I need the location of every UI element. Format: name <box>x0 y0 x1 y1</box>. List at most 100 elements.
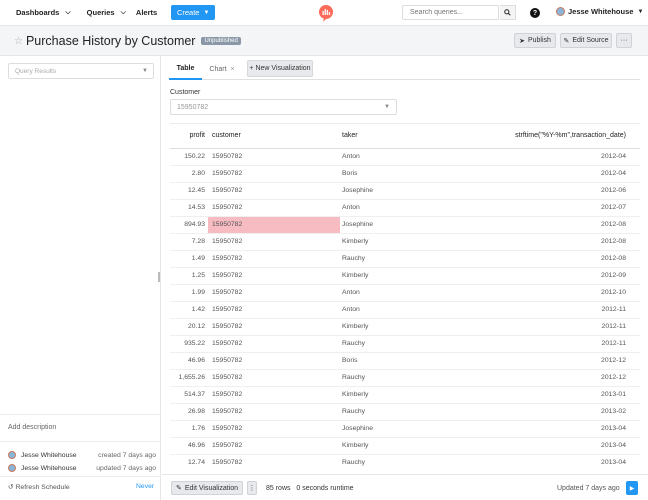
resize-handle[interactable] <box>158 272 160 282</box>
cell-date: 2012-06 <box>440 182 640 200</box>
cell-profit: 894.93 <box>170 216 208 234</box>
cell-date: 2013-04 <box>440 420 640 438</box>
user-name: Jesse Whitehouse <box>568 7 634 16</box>
new-visualization-button[interactable]: + New Visualization <box>247 60 313 77</box>
row-count: 85 rows <box>266 485 291 492</box>
help-icon[interactable]: ? <box>530 8 540 18</box>
cell-taker: Anton <box>340 301 440 319</box>
history-icon: ↺ <box>8 484 14 491</box>
query-results-select[interactable]: Query Results ▼ <box>8 63 154 79</box>
cell-customer: 15950782 <box>208 318 340 336</box>
cell-profit: 12.74 <box>170 454 208 470</box>
edit-icon: ✎ <box>175 485 182 492</box>
cell-profit: 1.76 <box>170 420 208 438</box>
activity-user: Jesse Whitehouse <box>21 451 77 459</box>
redash-logo-icon[interactable] <box>318 5 334 22</box>
table-row: 26.98 15950782 Rauchy 2013-02 <box>170 403 640 421</box>
add-description-link[interactable]: Add description <box>8 424 56 431</box>
table-row: 12.74 15950782 Rauchy 2013-04 <box>170 454 640 470</box>
tab-table[interactable]: Table <box>169 59 202 80</box>
cell-profit: 20.12 <box>170 318 208 336</box>
table-row: 14.53 15950782 Anton 2012-07 <box>170 199 640 217</box>
cell-customer: 15950782 <box>208 454 340 470</box>
cell-date: 2012-08 <box>440 216 640 234</box>
query-results-placeholder: Query Results <box>15 68 57 75</box>
cell-taker: Kimberly <box>340 437 440 455</box>
cell-taker: Boris <box>340 165 440 183</box>
cell-taker: Rauchy <box>340 369 440 387</box>
nav-alerts-label: Alerts <box>135 8 158 17</box>
cell-customer: 15950782 <box>208 148 340 166</box>
table-row: 46.96 15950782 Kimberly 2013-04 <box>170 437 640 455</box>
close-icon[interactable]: × <box>231 66 235 73</box>
refresh-schedule: ↺ Refresh Schedule <box>8 483 70 491</box>
star-icon[interactable]: ☆ <box>14 36 23 47</box>
cell-customer: 15950782 <box>208 216 340 234</box>
cell-profit: 1.42 <box>170 301 208 319</box>
nav-dashboards[interactable]: Dashboards ⌵ <box>16 8 71 17</box>
table-row: 1.49 15950782 Rauchy 2012-08 <box>170 250 640 268</box>
cell-taker: Kimberly <box>340 267 440 285</box>
cell-profit: 1,655.26 <box>170 369 208 387</box>
cell-taker: Kimberly <box>340 233 440 251</box>
cell-date: 2012-09 <box>440 267 640 285</box>
cell-profit: 935.22 <box>170 335 208 353</box>
search-input[interactable] <box>402 5 499 20</box>
cell-profit: 12.45 <box>170 182 208 200</box>
cell-date: 2012-08 <box>440 233 640 251</box>
chevron-down-icon: ▼ <box>637 8 644 15</box>
column-header-taker[interactable]: taker <box>340 124 440 149</box>
cell-profit: 1.49 <box>170 250 208 268</box>
cell-profit: 1.99 <box>170 284 208 302</box>
column-header-profit[interactable]: profit <box>170 124 208 149</box>
results-table: profit customer taker strftime("%Y-%m",t… <box>170 124 640 470</box>
user-menu[interactable]: Jesse Whitehouse ▼ <box>556 7 643 16</box>
visualization-menu-button[interactable]: ⋮ <box>247 481 257 495</box>
cell-customer: 15950782 <box>208 233 340 251</box>
results-table-wrapper[interactable]: profit customer taker strftime("%Y-%m",t… <box>170 123 640 470</box>
chevron-down-icon: ▼ <box>203 9 210 16</box>
create-label: Create <box>176 8 200 17</box>
table-row: 1,655.26 15950782 Rauchy 2012-12 <box>170 369 640 387</box>
cell-date: 2012-04 <box>440 148 640 166</box>
table-header-row: profit customer taker strftime("%Y-%m",t… <box>170 124 640 149</box>
nav-queries[interactable]: Queries ⌵ <box>87 8 126 17</box>
more-actions-button[interactable]: ··· <box>616 33 632 48</box>
cell-date: 2012-11 <box>440 301 640 319</box>
tab-chart[interactable]: Chart × <box>205 59 239 80</box>
refresh-schedule-label: Refresh Schedule <box>15 484 70 491</box>
cell-taker: Anton <box>340 148 440 166</box>
divider <box>0 414 161 415</box>
search-button[interactable] <box>500 5 516 20</box>
column-header-date[interactable]: strftime("%Y-%m",transaction_date) <box>440 124 640 149</box>
tab-chart-label: Chart <box>209 66 227 73</box>
table-row: 1.42 15950782 Anton 2012-11 <box>170 301 640 319</box>
cell-taker: Rauchy <box>340 335 440 353</box>
page-title[interactable]: Purchase History by Customer <box>26 34 196 48</box>
execute-button[interactable]: ▶ <box>626 481 638 495</box>
nav-alerts[interactable]: Alerts <box>136 8 157 17</box>
publish-button[interactable]: ➤ Publish <box>514 33 556 48</box>
activity-updated: Jesse Whitehouse updated 7 days ago <box>8 464 156 472</box>
table-row: 150.22 15950782 Anton 2012-04 <box>170 148 640 166</box>
create-button[interactable]: Create ▼ <box>171 5 216 20</box>
table-row: 1.76 15950782 Josephine 2013-04 <box>170 420 640 438</box>
cell-customer: 15950782 <box>208 437 340 455</box>
cell-taker: Kimberly <box>340 386 440 404</box>
customer-filter-select[interactable]: 15950782 ▼ <box>170 99 397 115</box>
column-header-customer[interactable]: customer <box>208 124 340 149</box>
cell-profit: 46.96 <box>170 437 208 455</box>
edit-visualization-button[interactable]: ✎ Edit Visualization <box>171 481 243 495</box>
cell-taker: Josephine <box>340 216 440 234</box>
refresh-schedule-value[interactable]: Never <box>136 483 154 490</box>
cell-profit: 46.96 <box>170 352 208 370</box>
left-panel <box>0 56 161 500</box>
cell-taker: Josephine <box>340 420 440 438</box>
table-row: 20.12 15950782 Kimberly 2012-11 <box>170 318 640 336</box>
edit-source-button[interactable]: ✎ Edit Source <box>560 33 612 48</box>
runtime: 0 seconds runtime <box>296 485 354 492</box>
tab-table-label: Table <box>176 65 195 72</box>
activity-when: updated 7 days ago <box>96 464 156 472</box>
more-icon: ··· <box>620 37 628 44</box>
cell-customer: 15950782 <box>208 352 340 370</box>
